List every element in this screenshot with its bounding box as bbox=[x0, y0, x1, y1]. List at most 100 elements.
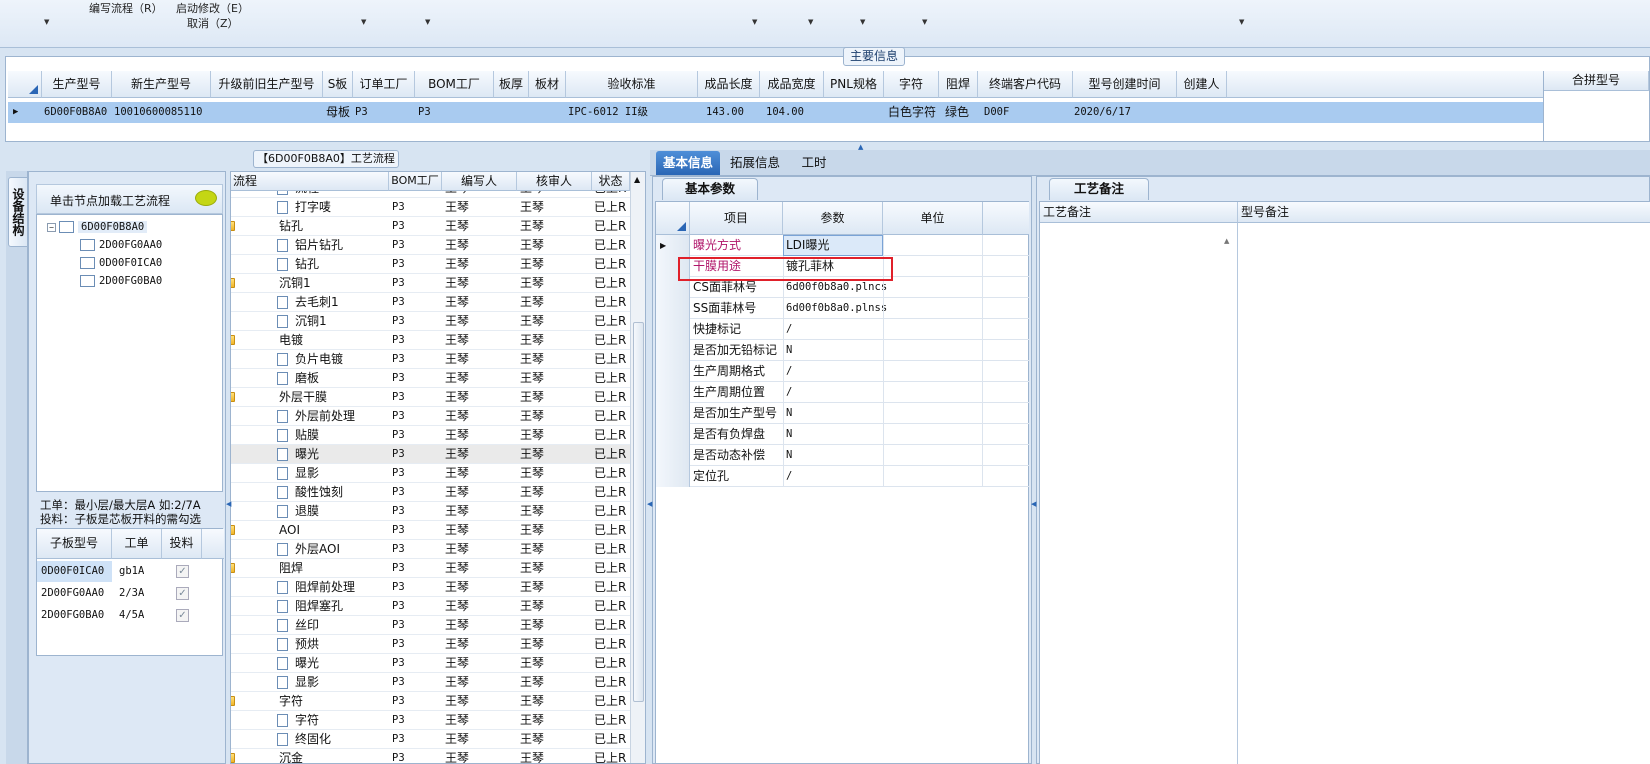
flow-row[interactable]: 显影 P3 王琴 王琴 已上R bbox=[231, 464, 630, 483]
flow-row[interactable]: 曝光 P3 王琴 王琴 已上R bbox=[231, 654, 630, 673]
splitter-arrow-icon[interactable]: ◀ bbox=[647, 500, 652, 508]
col-header[interactable]: 核审人 bbox=[517, 172, 592, 191]
row-selector[interactable] bbox=[656, 445, 690, 466]
param-unit-cell[interactable] bbox=[883, 340, 983, 361]
param-unit-cell[interactable] bbox=[883, 256, 983, 277]
flow-row[interactable]: 显影 P3 王琴 王琴 已上R bbox=[231, 673, 630, 692]
col-header[interactable]: 项目 bbox=[690, 202, 783, 235]
feed-checkbox[interactable]: ✓ bbox=[176, 609, 189, 622]
flow-row[interactable]: 阻焊前处理 P3 王琴 王琴 已上R bbox=[231, 578, 630, 597]
splitter-arrow-icon[interactable]: ▲ bbox=[858, 143, 863, 151]
param-unit-cell[interactable] bbox=[883, 277, 983, 298]
tree-node[interactable]: 2D00FG0BA0 bbox=[80, 275, 162, 287]
param-row[interactable]: ▶ 曝光方式 LDI曝光 bbox=[656, 235, 1029, 256]
flow-row[interactable]: 贴膜 P3 王琴 王琴 已上R bbox=[231, 426, 630, 445]
model-notes-textarea[interactable] bbox=[1238, 223, 1650, 764]
row-selector[interactable] bbox=[656, 361, 690, 382]
col-header[interactable]: 流程 bbox=[231, 172, 389, 191]
param-row[interactable]: SS面菲林号 6d00f0b8a0.plnss bbox=[656, 298, 1029, 319]
row-selector[interactable]: ▶ bbox=[656, 235, 690, 256]
param-row[interactable]: 定位孔 / bbox=[656, 466, 1029, 487]
flow-row[interactable]: 去毛刺1 P3 王琴 王琴 已上R bbox=[231, 293, 630, 312]
flow-row[interactable]: 外层AOI P3 王琴 王琴 已上R bbox=[231, 540, 630, 559]
tab-basic-params[interactable]: 基本参数 bbox=[662, 178, 758, 200]
param-value-cell[interactable] bbox=[783, 424, 883, 445]
flow-row[interactable]: −外层干膜P3王琴王琴已上R bbox=[231, 388, 630, 407]
col-header[interactable]: 生产型号 bbox=[42, 71, 112, 98]
tab-equipment-structure[interactable]: 设备结构 bbox=[8, 177, 28, 247]
col-header[interactable]: 型号备注 bbox=[1238, 202, 1650, 223]
param-value-cell[interactable] bbox=[783, 361, 883, 382]
param-row[interactable]: 是否加生产型号 N bbox=[656, 403, 1029, 424]
table-row[interactable]: ▶ 6D00F0B8A0 10010600085110 母板 P3 P3 IPC… bbox=[8, 102, 1544, 123]
flow-row[interactable]: −AOIP3王琴王琴已上R bbox=[231, 521, 630, 540]
scrollbar-thumb[interactable] bbox=[633, 322, 644, 702]
flow-row[interactable]: 外层前处理 P3 王琴 王琴 已上R bbox=[231, 407, 630, 426]
col-header[interactable]: 升级前旧生产型号 bbox=[211, 71, 323, 98]
param-unit-cell[interactable] bbox=[883, 319, 983, 340]
flow-scrollbar[interactable]: ▲ bbox=[630, 172, 645, 763]
col-header[interactable]: S板 bbox=[323, 71, 353, 98]
row-selector[interactable] bbox=[656, 382, 690, 403]
splitter-arrow-icon[interactable]: ◀ bbox=[226, 500, 231, 508]
col-header[interactable]: BOM工厂 bbox=[415, 71, 494, 98]
col-header[interactable]: 工单 bbox=[112, 529, 162, 559]
param-unit-cell[interactable] bbox=[883, 445, 983, 466]
scroll-up-icon[interactable]: ▲ bbox=[1224, 237, 1229, 245]
flow-row[interactable]: 丝印 P3 王琴 王琴 已上R bbox=[231, 616, 630, 635]
row-selector[interactable] bbox=[656, 424, 690, 445]
param-row[interactable]: 是否动态补偿 N bbox=[656, 445, 1029, 466]
flow-row[interactable]: 酸性蚀刻 P3 王琴 王琴 已上R bbox=[231, 483, 630, 502]
flow-row[interactable]: 退膜 P3 王琴 王琴 已上R bbox=[231, 502, 630, 521]
col-header[interactable]: 子板型号 bbox=[37, 529, 112, 559]
col-header[interactable]: 单位 bbox=[883, 202, 983, 235]
splitter-arrow-icon[interactable]: ◀ bbox=[1031, 500, 1036, 508]
flow-row[interactable]: 终固化 P3 王琴 王琴 已上R bbox=[231, 730, 630, 749]
param-row[interactable]: 是否加无铅标记 N bbox=[656, 340, 1029, 361]
feed-checkbox[interactable]: ✓ bbox=[176, 565, 189, 578]
col-header[interactable]: 参数 bbox=[783, 202, 883, 235]
dropdown-arrow-icon[interactable]: ▼ bbox=[922, 18, 927, 26]
row-selector[interactable] bbox=[656, 298, 690, 319]
param-row[interactable]: 是否有负焊盘 N bbox=[656, 424, 1029, 445]
param-row[interactable]: 快捷标记 / bbox=[656, 319, 1029, 340]
dropdown-arrow-icon[interactable]: ▼ bbox=[752, 18, 757, 26]
col-header[interactable]: 工艺备注 bbox=[1040, 202, 1238, 223]
col-header[interactable]: 状态 bbox=[592, 172, 630, 191]
flow-row[interactable]: 打字唛 P3 王琴 王琴 已上R bbox=[231, 198, 630, 217]
tree-node[interactable]: 0D00F0ICA0 bbox=[80, 257, 162, 269]
param-unit-cell[interactable] bbox=[883, 361, 983, 382]
tab-extended-info[interactable]: 拓展信息 bbox=[720, 151, 790, 175]
flow-row[interactable]: −钻孔P3王琴王琴已上R bbox=[231, 217, 630, 236]
col-header[interactable]: 成品长度 bbox=[698, 71, 760, 98]
flow-row[interactable]: 预烘 P3 王琴 王琴 已上R bbox=[231, 635, 630, 654]
param-unit-cell[interactable] bbox=[883, 382, 983, 403]
col-header[interactable]: BOM工厂 bbox=[389, 172, 442, 191]
row-selector[interactable] bbox=[656, 403, 690, 424]
flow-row[interactable]: 流程 P3 王琴 王琴 已上R bbox=[231, 191, 630, 198]
flow-row[interactable]: 沉铜1 P3 王琴 王琴 已上R bbox=[231, 312, 630, 331]
row-selector[interactable] bbox=[656, 319, 690, 340]
dropdown-arrow-icon[interactable]: ▼ bbox=[1239, 18, 1244, 26]
param-unit-cell[interactable] bbox=[883, 298, 983, 319]
flow-row[interactable]: 磨板 P3 王琴 王琴 已上R bbox=[231, 369, 630, 388]
col-header[interactable]: 新生产型号 bbox=[112, 71, 211, 98]
scroll-up-icon[interactable]: ▲ bbox=[634, 175, 640, 184]
param-value-cell[interactable] bbox=[783, 319, 883, 340]
col-header[interactable]: 成品宽度 bbox=[760, 71, 824, 98]
tree-node[interactable]: 2D00FG0AA0 bbox=[80, 239, 162, 251]
col-header[interactable]: 板材 bbox=[529, 71, 566, 98]
flow-row[interactable]: 钻孔 P3 王琴 王琴 已上R bbox=[231, 255, 630, 274]
col-header[interactable]: 型号创建时间 bbox=[1073, 71, 1177, 98]
collapse-icon[interactable]: − bbox=[47, 222, 56, 232]
col-header[interactable]: PNL规格 bbox=[824, 71, 884, 98]
table-row[interactable]: 2D00FG0BA0 4/5A ✓ bbox=[37, 605, 224, 626]
tab-basic-info[interactable]: 基本信息 bbox=[656, 151, 720, 175]
flow-row[interactable]: −阻焊P3王琴王琴已上R bbox=[231, 559, 630, 578]
param-value-cell[interactable] bbox=[783, 403, 883, 424]
param-row[interactable]: 生产周期位置 / bbox=[656, 382, 1029, 403]
flow-row[interactable]: −沉铜1P3王琴王琴已上R bbox=[231, 274, 630, 293]
col-header[interactable]: 字符 bbox=[884, 71, 939, 98]
edit-flow-button[interactable]: 编写流程（R） bbox=[89, 0, 163, 16]
col-header[interactable]: 验收标准 bbox=[566, 71, 698, 98]
